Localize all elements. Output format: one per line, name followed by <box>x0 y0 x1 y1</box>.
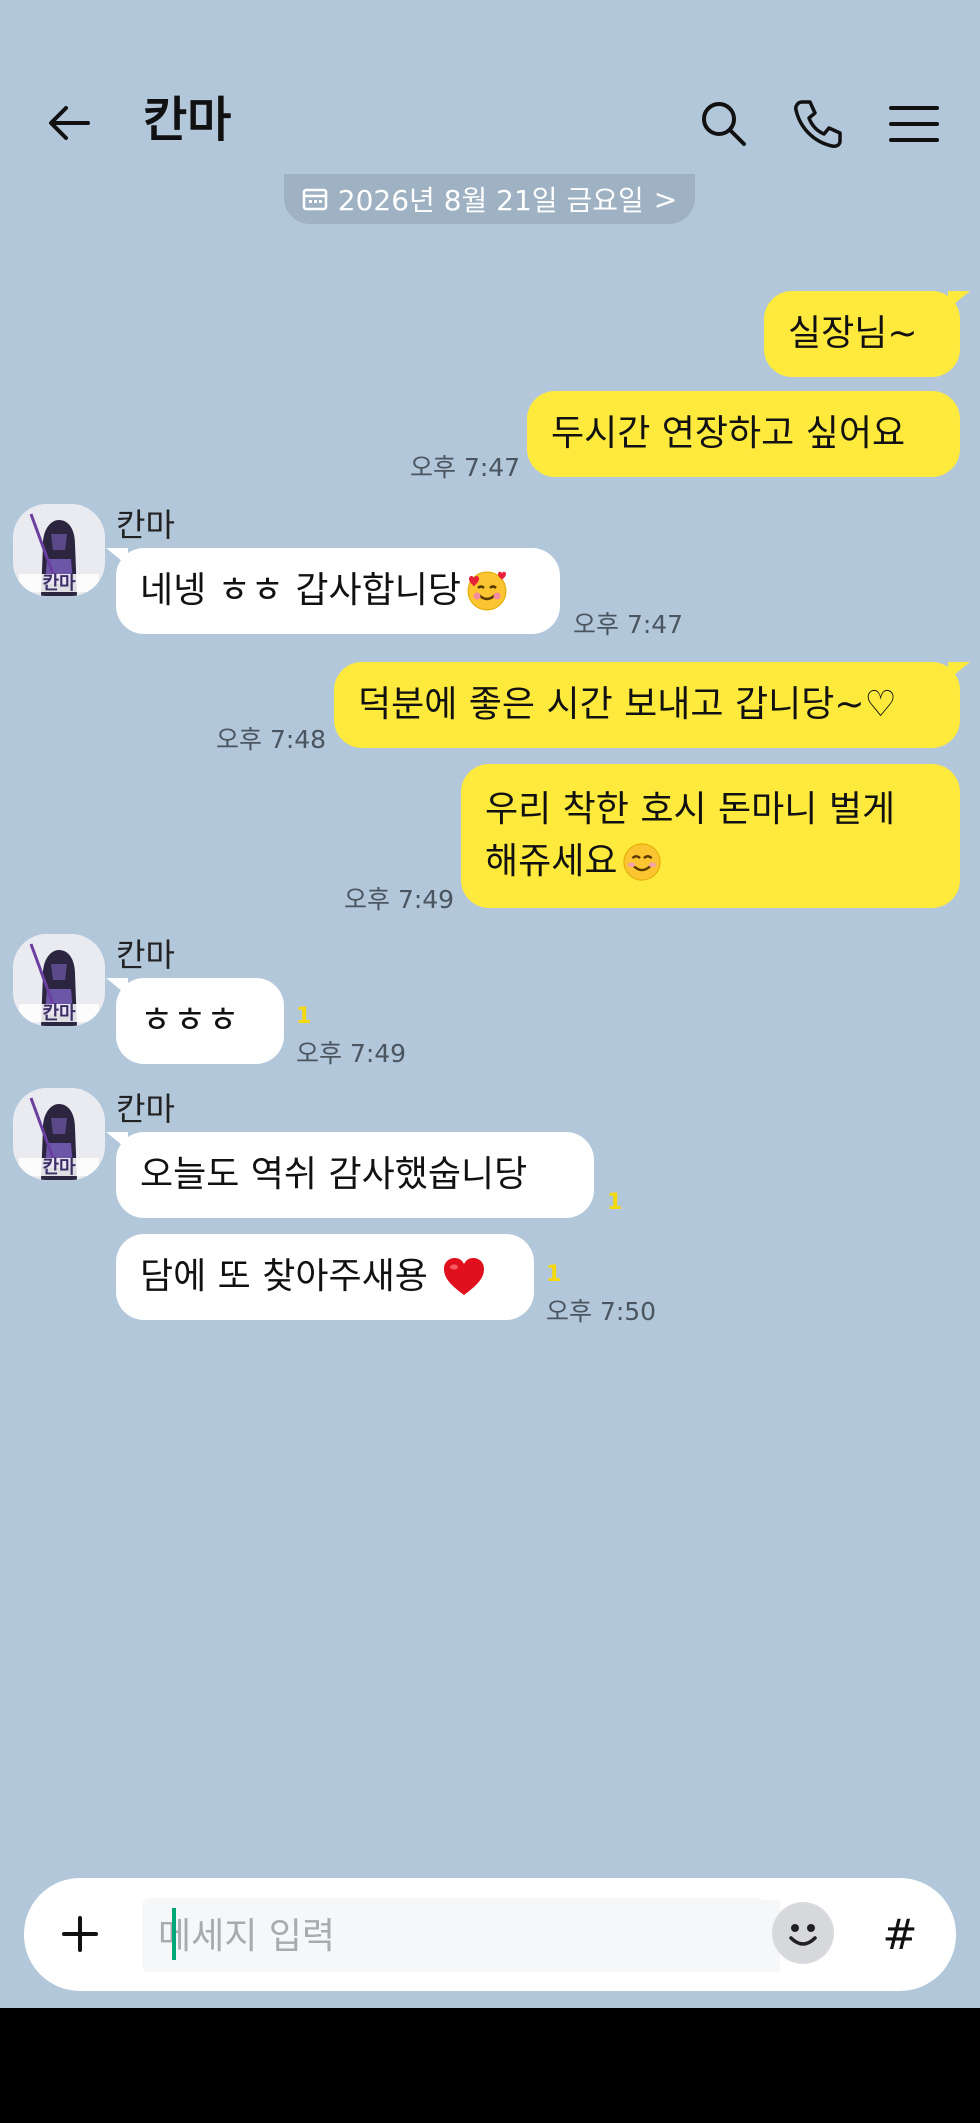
text-cursor <box>172 1908 176 1960</box>
message-bubble-theirs[interactable]: ㅎㅎㅎ <box>106 978 284 1064</box>
message-bubble-mine[interactable]: 두시간 연장하고 싶어요 <box>527 391 960 477</box>
smiling-face-icon <box>623 843 662 881</box>
smiling-face-with-hearts-icon <box>467 571 507 611</box>
avatar-image: 칸마 <box>13 504 105 596</box>
sender-name: 칸마 <box>116 1090 175 1128</box>
hashtag-button[interactable]: # <box>862 1896 938 1972</box>
message-time: 오후 7:49 <box>296 1039 407 1068</box>
avatar-image: 칸마 <box>13 1088 105 1180</box>
message-time: 오후 7:48 <box>216 725 327 754</box>
chat-header: 칸마 <box>0 0 980 180</box>
hash-icon: # <box>882 1909 918 1959</box>
svg-text:칸마: 칸마 <box>42 573 76 594</box>
back-arrow-icon[interactable] <box>44 98 94 148</box>
message-bubble-theirs[interactable]: 네넹 ㅎㅎ 갑사합니당 <box>106 548 560 634</box>
svg-text:칸마: 칸마 <box>42 1003 76 1024</box>
message-text-line: 우리 착한 호시 돈마니 벌게 <box>485 789 896 830</box>
search-icon[interactable] <box>696 96 752 152</box>
avatar[interactable]: 칸마 <box>13 1088 105 1180</box>
menu-icon[interactable] <box>886 96 942 152</box>
plus-button[interactable] <box>42 1896 118 1972</box>
date-divider[interactable]: 2026년 8월 21일 금요일 > <box>284 174 695 224</box>
message-input-bar: # <box>24 1878 956 1991</box>
message-time: 오후 7:49 <box>344 885 455 914</box>
message-input[interactable] <box>144 1900 780 1972</box>
sender-name: 칸마 <box>116 506 175 544</box>
message-text: ㅎㅎㅎ <box>140 1000 240 1041</box>
emoji-button[interactable] <box>772 1902 834 1964</box>
avatar[interactable]: 칸마 <box>13 504 105 596</box>
message-bubble-mine[interactable]: 덕분에 좋은 시간 보내고 갑니당~♡ <box>334 662 970 748</box>
unread-count: 1 <box>607 1190 623 1215</box>
message-bubble-theirs[interactable]: 담에 또 찾아주새용 <box>116 1234 534 1320</box>
message-text-line: 해쥬세요 <box>485 841 618 882</box>
emoji-icon <box>774 1904 832 1962</box>
date-label: 2026년 8월 21일 금요일 <box>337 184 644 217</box>
message-text: 덕분에 좋은 시간 보내고 갑니당~♡ <box>358 684 897 725</box>
svg-text:칸마: 칸마 <box>42 1157 76 1178</box>
message-time: 오후 7:47 <box>410 453 521 482</box>
message-text: 두시간 연장하고 싶어요 <box>551 413 906 454</box>
system-navigation-bar <box>0 2008 980 2123</box>
message-text: 실장님~ <box>788 313 918 354</box>
phone-icon[interactable] <box>790 96 846 152</box>
unread-count: 1 <box>546 1262 562 1287</box>
message-time: 오후 7:50 <box>546 1297 657 1326</box>
message-text: 담에 또 찾아주새용 <box>140 1256 428 1297</box>
sender-name: 칸마 <box>116 936 175 974</box>
avatar-image: 칸마 <box>13 934 105 1026</box>
chat-title: 칸마 <box>143 92 232 148</box>
message-bubble-mine[interactable]: 실장님~ <box>764 291 970 377</box>
chevron-right-icon: > <box>653 182 678 216</box>
message-bubble-theirs[interactable]: 오늘도 역쉬 감사했숩니당 <box>106 1132 594 1218</box>
avatar[interactable]: 칸마 <box>13 934 105 1026</box>
calendar-icon <box>302 188 328 211</box>
unread-count: 1 <box>296 1004 312 1029</box>
plus-icon <box>62 1916 98 1952</box>
message-text: 네넹 ㅎㅎ 갑사합니당 <box>140 570 461 611</box>
message-bubble-mine[interactable]: 우리 착한 호시 돈마니 벌게 해쥬세요 <box>461 764 960 908</box>
red-heart-icon <box>443 1258 484 1295</box>
message-time: 오후 7:47 <box>573 610 684 639</box>
message-text: 오늘도 역쉬 감사했숩니당 <box>140 1154 528 1195</box>
